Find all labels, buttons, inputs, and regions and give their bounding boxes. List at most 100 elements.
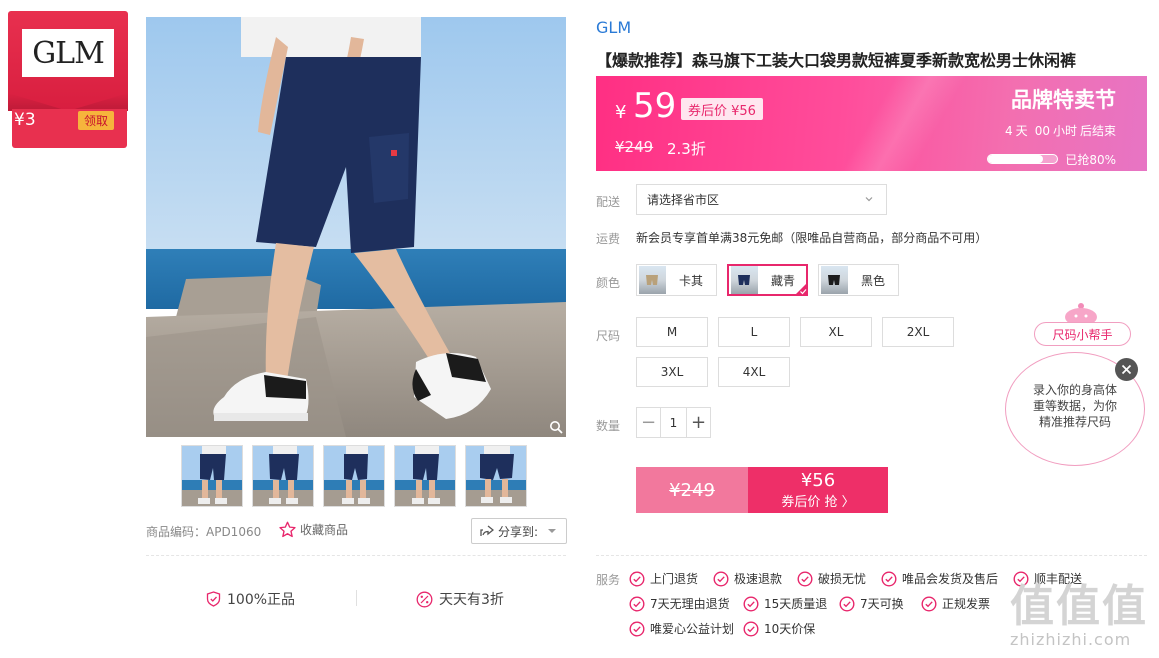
buy-coupon-label: 券后价 抢 〉 — [781, 495, 855, 510]
service-item-label: 正规发票 — [942, 597, 991, 611]
size-helper-line-2: 重等数据，为你 — [1032, 399, 1117, 413]
check-circle-icon — [713, 570, 729, 587]
size-helper-button[interactable]: 尺码小帮手 — [1034, 322, 1131, 346]
service-item-label: 唯品会发货及售后 — [902, 572, 999, 586]
check-circle-icon — [921, 595, 937, 612]
check-circle-icon — [629, 570, 645, 587]
check-circle-icon — [797, 570, 813, 587]
delivery-label: 配送 — [596, 195, 621, 209]
color-thumb-navy — [731, 266, 758, 294]
daily-discount-guarantee: 天天有3折 — [416, 589, 504, 609]
favorite-button[interactable]: 收藏商品 — [279, 521, 348, 538]
service-item-label: 极速退款 — [734, 572, 783, 586]
color-thumb-black — [821, 266, 848, 294]
star-icon — [279, 521, 296, 538]
price-yen-sign: ¥ — [615, 102, 627, 123]
thumbnail-2[interactable] — [252, 445, 314, 507]
countdown-hour-unit: 小时 — [1052, 124, 1077, 138]
service-item: 正规发票 — [921, 595, 990, 612]
buy-button[interactable]: ¥249 ¥56 券后价 抢 〉 — [636, 467, 888, 513]
quantity-stepper: − 1 + — [636, 407, 711, 438]
quantity-value[interactable]: 1 — [660, 408, 687, 437]
size-option-3xl[interactable]: 3XL — [636, 357, 708, 387]
countdown-days: 4 — [1005, 123, 1013, 138]
buy-original-price: ¥249 — [636, 467, 748, 513]
close-icon[interactable] — [1115, 358, 1138, 381]
check-circle-icon — [629, 595, 645, 612]
chevron-down-icon — [865, 197, 873, 202]
color-thumb-khaki — [639, 266, 666, 294]
brand-link[interactable]: GLM — [596, 18, 631, 37]
thumbnail-3[interactable] — [323, 445, 385, 507]
check-circle-icon — [629, 620, 645, 637]
sold-progress-fill — [988, 155, 1044, 163]
genuine-label: 100%正品 — [227, 592, 296, 608]
color-option-label: 藏青 — [771, 273, 796, 288]
countdown-day-unit: 天 — [1015, 124, 1028, 138]
service-item: 上门退货 — [629, 570, 698, 587]
main-product-image[interactable] — [146, 17, 566, 437]
buy-coupon-price: ¥56 — [800, 470, 836, 491]
claim-coupon-button[interactable]: 领取 — [78, 111, 114, 130]
size-helper-line-1: 录入你的身高体 — [1032, 383, 1117, 397]
brand-coupon-amount: ¥3 — [14, 110, 36, 130]
countdown: 4 天 00 小时 后结束 — [1005, 122, 1116, 139]
share-dropdown[interactable]: 分享到: — [471, 518, 567, 544]
coupon-price-tag: 券后价 ¥56 — [681, 98, 763, 120]
size-option-2xl[interactable]: 2XL — [882, 317, 954, 347]
thumbnail-4[interactable] — [394, 445, 456, 507]
service-item-label: 10天价保 — [764, 622, 816, 636]
color-option-black[interactable]: 黑色 — [818, 264, 899, 296]
service-item-label: 唯爱心公益计划 — [650, 622, 735, 636]
thumbnail-1[interactable] — [181, 445, 243, 507]
quantity-increase-button[interactable]: + — [687, 408, 710, 437]
share-icon — [480, 525, 494, 536]
service-label: 服务 — [596, 573, 621, 587]
service-item: 唯爱心公益计划 — [629, 620, 734, 637]
check-circle-icon — [743, 595, 759, 612]
service-item: 唯品会发货及售后 — [881, 570, 998, 587]
shield-icon — [206, 591, 221, 607]
size-option-m[interactable]: M — [636, 317, 708, 347]
color-label: 颜色 — [596, 276, 621, 290]
quantity-decrease-button[interactable]: − — [637, 408, 660, 437]
share-label: 分享到: — [498, 524, 539, 539]
event-title: 品牌特卖节 — [1011, 88, 1116, 112]
brand-logo[interactable]: GLM — [22, 29, 114, 77]
watermark: 值值值 zhizhizhi.com — [1010, 570, 1155, 658]
guarantee-separator — [356, 590, 357, 606]
size-option-l[interactable]: L — [718, 317, 790, 347]
sold-progress-label: 已抢80% — [1065, 153, 1116, 167]
current-price: 59 — [633, 86, 677, 126]
region-select[interactable]: 请选择省市区 — [636, 184, 887, 215]
thumbnail-5[interactable] — [465, 445, 527, 507]
service-item-label: 上门退货 — [650, 572, 699, 586]
color-option-khaki[interactable]: 卡其 — [636, 264, 717, 296]
size-option-4xl[interactable]: 4XL — [718, 357, 790, 387]
color-option-label: 卡其 — [679, 273, 704, 288]
quantity-label: 数量 — [596, 419, 621, 433]
product-title: 【爆款推荐】森马旗下工装大口袋男款短裤夏季新款宽松男士休闲裤 — [596, 51, 1077, 70]
size-option-xl[interactable]: XL — [800, 317, 872, 347]
product-meta-row: 商品编码：APD1060 收藏商品 分享到: — [146, 518, 567, 544]
check-circle-icon — [881, 570, 897, 587]
service-item-label: 15天质量退 — [764, 597, 828, 611]
size-label: 尺码 — [596, 329, 621, 343]
service-item: 7天可换 — [839, 595, 904, 612]
service-item: 7天无理由退货 — [629, 595, 730, 612]
buy-coupon-panel: ¥56 券后价 抢 〉 — [748, 467, 888, 513]
watermark-logo: 值值值 — [1010, 581, 1148, 632]
size-helper-text: 录入你的身高体 重等数据，为你 精准推荐尺码 — [1023, 382, 1127, 430]
service-item-label: 7天可换 — [860, 597, 904, 611]
favorite-label: 收藏商品 — [300, 523, 349, 537]
price-banner: ¥ 59 券后价 ¥56 ¥249 2.3折 品牌特卖节 4 天 00 小时 后… — [596, 76, 1147, 171]
color-option-label: 黑色 — [861, 273, 886, 288]
percent-badge-icon — [416, 591, 433, 607]
shipping-info: 新会员专享首单满38元免邮（限唯品自营商品，部分商品不可用） — [636, 231, 988, 245]
zoom-icon[interactable] — [549, 420, 563, 434]
color-option-navy[interactable]: 藏青 — [727, 264, 808, 296]
service-item: 破损无忧 — [797, 570, 866, 587]
service-item: 10天价保 — [743, 620, 815, 637]
region-select-placeholder: 请选择省市区 — [647, 193, 720, 207]
service-item: 极速退款 — [713, 570, 782, 587]
